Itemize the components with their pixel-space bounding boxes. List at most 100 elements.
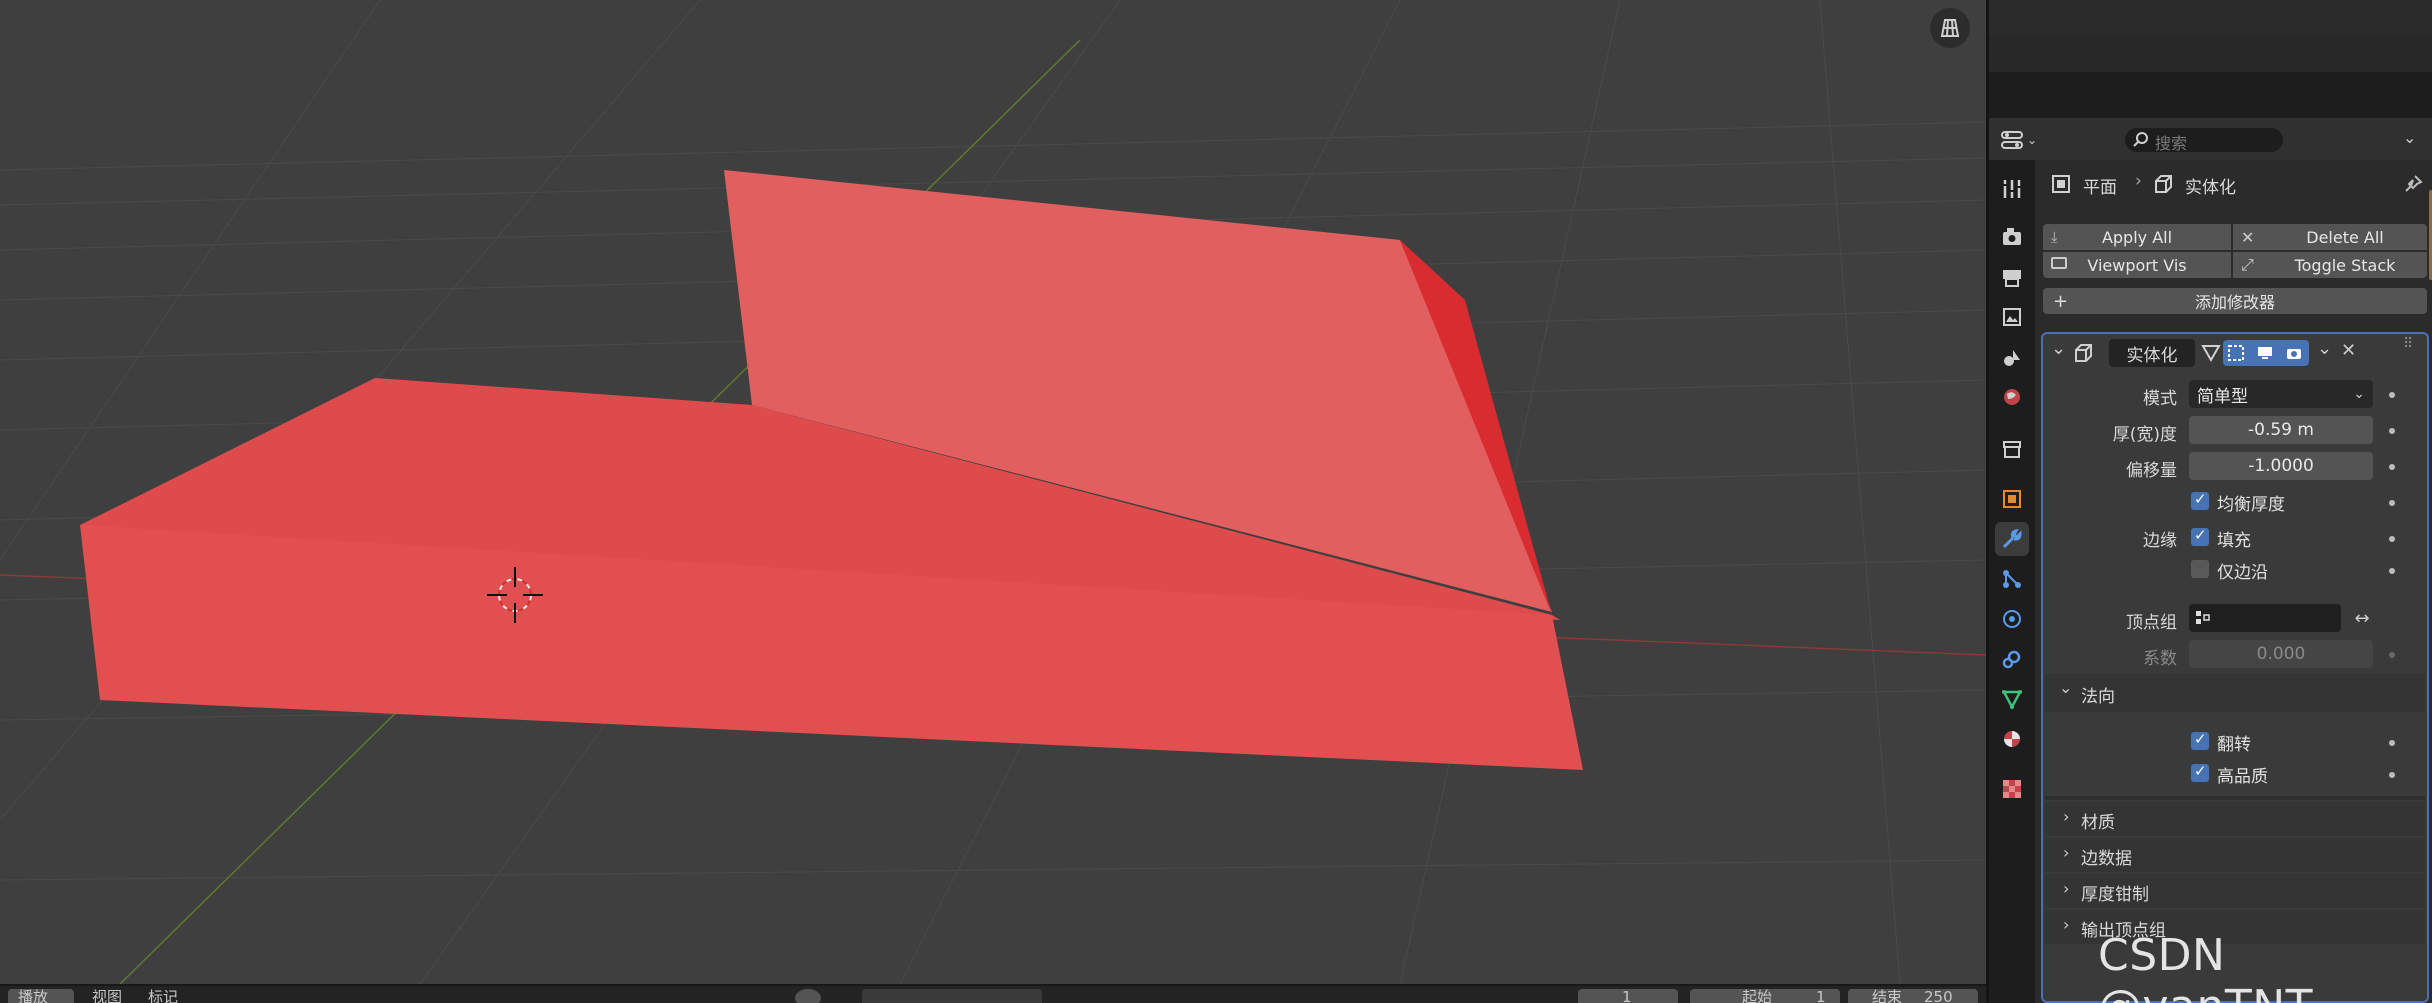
chevron-right-icon: › [2063, 879, 2070, 898]
viewport-vis-button[interactable]: Viewport Vis [2043, 252, 2231, 278]
breadcrumb-object: 平面 [2083, 178, 2117, 198]
plus-icon: + [2053, 290, 2069, 312]
keyframe-dot-icon[interactable] [2389, 772, 2395, 778]
vertex-group-field[interactable] [2189, 604, 2341, 632]
thickness-clamp-subpanel-header[interactable]: › 厚度钳制 [2045, 874, 2425, 908]
keyframe-dot-icon[interactable] [2389, 464, 2395, 470]
mode-dropdown[interactable]: 简单型 ⌄ [2189, 380, 2373, 408]
close-icon[interactable]: ✕ [2341, 340, 2356, 361]
playback-controls[interactable] [862, 989, 1042, 1003]
blender-window: 播放 视图 标记 1 起始 1 结束 250 ⌄ 搜索 ⌄ 平面 › 实体化 ⤓… [0, 0, 2432, 1003]
tab-render[interactable] [1995, 220, 2029, 254]
tab-object[interactable] [1995, 482, 2029, 516]
tab-collection[interactable] [1995, 432, 2029, 466]
tab-tool[interactable] [1995, 172, 2029, 206]
outliner-row[interactable] [1989, 36, 2432, 72]
keyframe-dot-icon[interactable] [2389, 568, 2395, 574]
factor-field[interactable]: 0.000 [2189, 640, 2373, 668]
keyframe-dot-icon[interactable] [2389, 652, 2395, 658]
search-input[interactable]: 搜索 [2125, 128, 2283, 153]
mesh-data-icon [2001, 690, 2023, 710]
even-thickness-checkbox[interactable]: ✓ [2191, 490, 2209, 510]
object-icon [2003, 490, 2021, 508]
keyframe-dot-icon[interactable] [2389, 392, 2395, 398]
physics-icon [2003, 610, 2021, 628]
solidify-modifier-panel: ⌄ 实体化 ⌄ ✕ ⠿ 模式 简单型 ⌄ 厚(宽)度 -0.59 m 偏移量 -… [2041, 332, 2429, 1003]
thickness-field[interactable]: -0.59 m [2189, 416, 2373, 444]
properties-header: ⌄ 搜索 ⌄ [1989, 118, 2432, 160]
tab-world[interactable] [1995, 380, 2029, 414]
keying-icon[interactable] [795, 989, 821, 1003]
mode-label: 模式 [2143, 389, 2177, 409]
tab-material[interactable] [1995, 722, 2029, 756]
apply-all-label: Apply All [2101, 227, 2173, 247]
flip-checkbox[interactable]: ✓ [2191, 730, 2209, 750]
viewport-scene [0, 0, 1986, 984]
apply-all-button[interactable]: ⤓ Apply All [2043, 224, 2231, 250]
keyframe-dot-icon[interactable] [2389, 536, 2395, 542]
tab-scene[interactable] [1995, 340, 2029, 374]
grid-icon[interactable] [1930, 8, 1970, 48]
monitor-icon [2051, 257, 2067, 269]
toggle-stack-label: Toggle Stack [2294, 255, 2396, 275]
chevron-right-icon: › [2063, 915, 2070, 934]
chevron-down-icon[interactable]: ⌄ [2051, 338, 2066, 359]
marker-menu[interactable]: 标记 [148, 986, 178, 1003]
tab-output[interactable] [1995, 260, 2029, 294]
vertex-group-icon [2196, 611, 2210, 624]
check-icon: ✓ [2194, 730, 2207, 748]
tab-physics[interactable] [1995, 602, 2029, 636]
materials-subpanel-header[interactable]: › 材质 [2045, 802, 2425, 836]
tab-view-layer[interactable] [1995, 300, 2029, 334]
only-rim-checkbox[interactable] [2191, 560, 2209, 578]
keyframe-dot-icon[interactable] [2389, 740, 2395, 746]
check-icon: ✓ [2194, 490, 2207, 508]
area-separator [1989, 72, 2432, 118]
monitor-icon[interactable] [2256, 344, 2274, 362]
start-frame-value: 1 [1816, 988, 1826, 1003]
camera-icon[interactable] [2285, 344, 2303, 362]
delete-all-button[interactable]: ✕ Delete All [2233, 224, 2427, 250]
tab-constraints[interactable] [1995, 642, 2029, 676]
rim-label: 边缘 [2143, 531, 2177, 551]
edge-data-subpanel-header[interactable]: › 边数据 [2045, 838, 2425, 872]
factor-label: 系数 [2143, 649, 2177, 669]
normals-subpanel-header[interactable]: ⌄ 法向 [2045, 674, 2425, 712]
tab-texture[interactable] [1995, 772, 2029, 806]
outliner-row[interactable] [1989, 0, 2432, 36]
vertex-filter-icon[interactable] [2201, 343, 2221, 363]
printer-icon [2003, 270, 2021, 287]
editor-type-icon[interactable]: ⌄ [2001, 127, 2041, 153]
end-frame-field[interactable] [1848, 989, 1978, 1003]
thickness-label: 厚(宽)度 [2112, 425, 2177, 445]
fill-checkbox[interactable]: ✓ [2191, 526, 2209, 546]
tab-modifiers[interactable] [1995, 522, 2029, 556]
constraint-icon [2002, 650, 2021, 669]
start-frame-label: 起始 [1742, 988, 1773, 1003]
playback-menu-label[interactable]: 播放 [18, 986, 48, 1003]
high-quality-checkbox[interactable]: ✓ [2191, 762, 2209, 782]
offset-value: -1.0000 [2248, 456, 2314, 476]
chevron-down-icon[interactable]: ⌄ [2317, 338, 2332, 359]
toggle-stack-button[interactable]: ⤢ Toggle Stack [2233, 252, 2427, 278]
pin-icon[interactable] [2403, 174, 2423, 194]
outliner-area[interactable] [1989, 0, 2432, 72]
tab-particles[interactable] [1995, 562, 2029, 596]
chevron-down-icon[interactable]: ⌄ [2403, 128, 2416, 147]
drag-handle-icon[interactable]: ⠿ [2403, 336, 2413, 352]
normals-header: 法向 [2081, 687, 2115, 707]
modifier-name-input[interactable]: 实体化 [2109, 339, 2195, 367]
end-frame-label: 结束 [1872, 988, 1903, 1003]
checker-icon [2003, 780, 2021, 798]
keyframe-dot-icon[interactable] [2389, 428, 2395, 434]
offset-field[interactable]: -1.0000 [2189, 452, 2373, 480]
particles-icon [2003, 570, 2021, 588]
add-modifier-button[interactable]: + 添加修改器 [2043, 288, 2427, 314]
tab-data[interactable] [1995, 682, 2029, 716]
keyframe-dot-icon[interactable] [2389, 500, 2395, 506]
invert-arrows-icon[interactable]: ↔ [2347, 604, 2377, 632]
3d-viewport[interactable] [0, 0, 1986, 984]
view-menu[interactable]: 视图 [92, 986, 122, 1003]
edit-mode-icon[interactable] [2227, 344, 2245, 362]
materials-header: 材质 [2081, 813, 2115, 833]
